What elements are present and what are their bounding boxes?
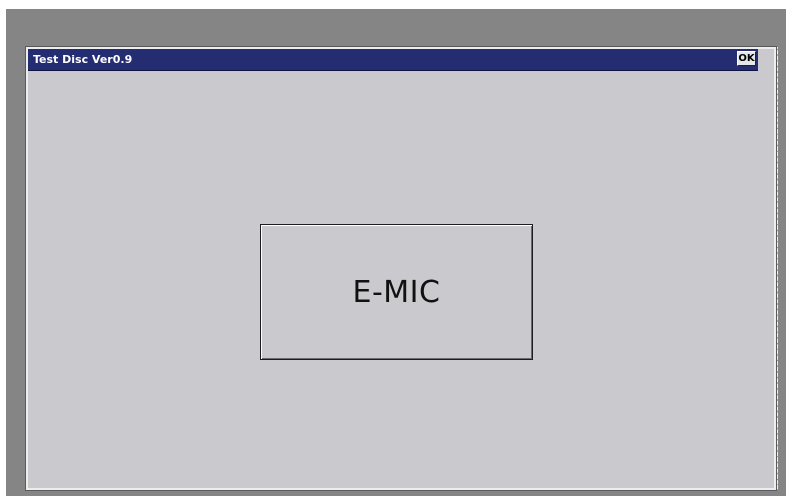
- e-mic-test-button[interactable]: E-MIC: [260, 224, 533, 360]
- window-titlebar: Test Disc Ver0.9 OK: [28, 49, 758, 71]
- test-disc-window: Test Disc Ver0.9 OK E-MIC: [25, 46, 777, 491]
- ok-button[interactable]: OK: [737, 51, 756, 66]
- window-title: Test Disc Ver0.9: [33, 53, 133, 66]
- e-mic-button-label: E-MIC: [352, 274, 441, 310]
- window-content: E-MIC: [28, 71, 758, 486]
